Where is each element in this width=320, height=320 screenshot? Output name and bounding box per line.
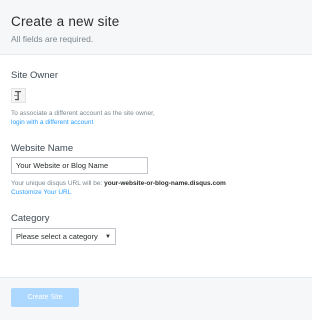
form-footer: Create Site (0, 277, 312, 320)
login-different-account-link[interactable]: login with a different account (11, 119, 93, 126)
user-avatar-icon (11, 88, 26, 103)
page-title: Create a new site (11, 14, 120, 29)
website-name-input[interactable] (11, 157, 148, 174)
customize-url-link[interactable]: Customize Your URL (11, 189, 71, 196)
category-label: Category (11, 213, 50, 224)
category-selected-value: Please select a category (16, 232, 98, 241)
page-header: Create a new site All fields are require… (0, 0, 312, 55)
website-name-label: Website Name (11, 143, 74, 154)
site-owner-label: Site Owner (11, 70, 58, 81)
disqus-url-hint-prefix: Your unique disqus URL will be: (11, 180, 103, 187)
create-site-button[interactable]: Create Site (11, 288, 79, 307)
page-subtitle: All fields are required. (11, 34, 94, 44)
triangle-down-icon: ▼ (105, 233, 111, 240)
disqus-url-hint: Your unique disqus URL will be: your-web… (11, 180, 226, 187)
category-select[interactable]: Please select a category ▼ (11, 228, 116, 245)
site-owner-hint: To associate a different account as the … (11, 110, 155, 117)
disqus-url-value: your-website-or-blog-name.disqus.com (104, 180, 226, 187)
